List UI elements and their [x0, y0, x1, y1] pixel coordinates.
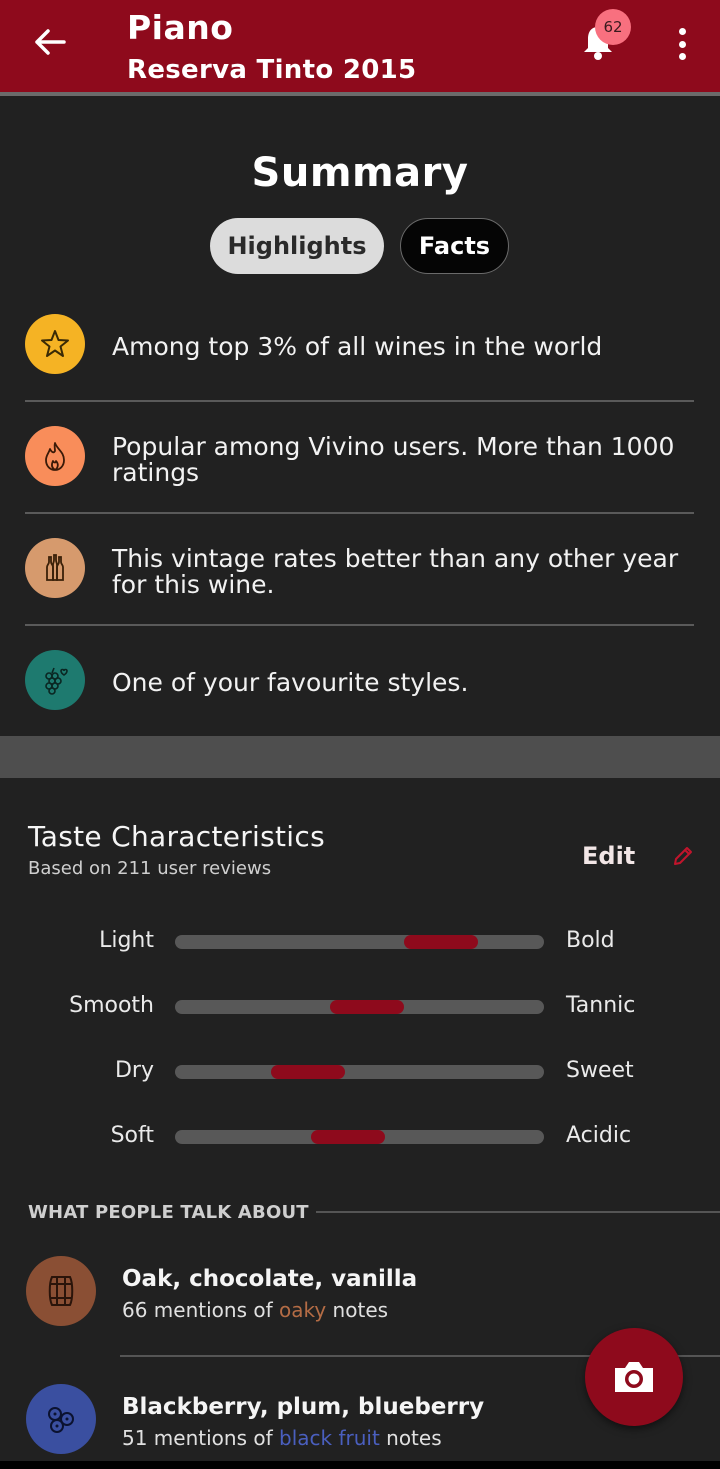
taste-scale-smooth-tannic: Smooth Tannic: [0, 987, 720, 1027]
mention-name: Oak, chocolate, vanilla: [122, 1266, 418, 1292]
tab-facts[interactable]: Facts: [400, 218, 509, 274]
scale-left-label: Smooth: [69, 993, 154, 1018]
scale-indicator: [270, 1065, 345, 1079]
camera-button[interactable]: [585, 1328, 683, 1426]
highlight-text: This vintage rates better than any other…: [112, 544, 679, 599]
bottles-icon: [25, 538, 85, 598]
nav-bar-edge: [0, 1461, 720, 1469]
scale-track: [175, 935, 544, 949]
mention-keyword: black fruit: [279, 1426, 380, 1450]
berries-icon: [26, 1384, 96, 1454]
mention-count: 51 mentions of black fruit notes: [122, 1426, 442, 1450]
arrow-left-icon[interactable]: [28, 22, 72, 62]
scale-left-label: Dry: [114, 1058, 154, 1083]
tab-highlights[interactable]: Highlights: [210, 218, 384, 274]
taste-scale-soft-acidic: Soft Acidic: [0, 1117, 720, 1157]
talk-heading: WHAT PEOPLE TALK ABOUT: [28, 1202, 309, 1223]
wine-title: Piano: [127, 8, 234, 47]
wine-subtitle: Reserva Tinto 2015: [127, 55, 417, 85]
notification-badge: 62: [595, 9, 631, 45]
divider: [316, 1211, 720, 1213]
mention-keyword: oaky: [279, 1298, 327, 1322]
camera-icon: [615, 1362, 653, 1392]
scale-right-label: Acidic: [566, 1123, 632, 1148]
divider: [25, 400, 694, 402]
flame-icon: [25, 426, 85, 486]
scale-right-label: Bold: [566, 928, 615, 953]
highlight-text: Popular among Vivino users. More than 10…: [112, 432, 675, 487]
edit-button[interactable]: Edit: [582, 842, 635, 870]
pencil-icon[interactable]: [672, 845, 694, 867]
scale-indicator: [329, 1000, 404, 1014]
grapes-heart-icon: [25, 650, 85, 710]
scale-right-label: Tannic: [566, 993, 636, 1018]
star-icon: [25, 314, 85, 374]
mention-count: 66 mentions of oaky notes: [122, 1298, 389, 1322]
divider: [25, 624, 694, 626]
highlight-text: One of your favourite styles.: [112, 668, 469, 697]
scale-left-label: Soft: [110, 1123, 154, 1148]
scale-track: [175, 1065, 544, 1079]
scale-left-label: Light: [99, 928, 154, 953]
highlight-text: Among top 3% of all wines in the world: [112, 332, 603, 361]
divider: [25, 512, 694, 514]
taste-subtitle: Based on 211 user reviews: [28, 858, 272, 879]
summary-title: Summary: [251, 150, 469, 196]
scale-right-label: Sweet: [566, 1058, 634, 1083]
more-vert-icon[interactable]: [668, 24, 696, 64]
taste-title: Taste Characteristics: [28, 820, 325, 853]
scale-indicator: [403, 935, 478, 949]
barrel-icon: [26, 1256, 96, 1326]
taste-scale-light-bold: Light Bold: [0, 922, 720, 962]
mention-name: Blackberry, plum, blueberry: [122, 1394, 485, 1420]
scale-indicator: [311, 1130, 386, 1144]
taste-scale-dry-sweet: Dry Sweet: [0, 1052, 720, 1092]
